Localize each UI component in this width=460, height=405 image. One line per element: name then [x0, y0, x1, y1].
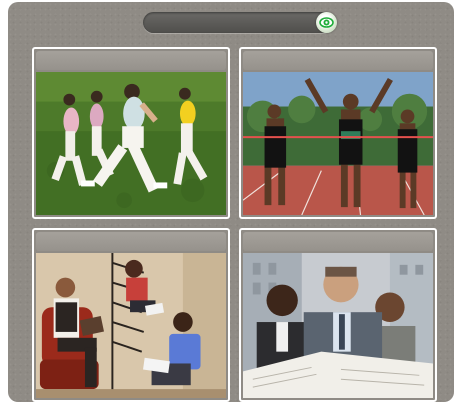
image-tile-1[interactable]: [32, 47, 230, 219]
eye-icon: [319, 17, 334, 28]
tile-label-1: [36, 51, 226, 70]
women-reading-photo: [36, 253, 226, 398]
image-tile-3[interactable]: [32, 228, 230, 402]
tile-label-2: [243, 51, 433, 70]
image-tile-4[interactable]: [239, 228, 437, 402]
progress-track[interactable]: [143, 12, 333, 33]
sprinters-finish-photo: [243, 72, 433, 215]
image-tile-2[interactable]: [239, 47, 437, 219]
tile-label-4: [243, 232, 433, 251]
women-running-photo: [36, 72, 226, 215]
eye-toggle-button[interactable]: [316, 12, 337, 33]
tile-label-3: [36, 232, 226, 251]
businessmen-newspaper-photo: [243, 253, 433, 398]
